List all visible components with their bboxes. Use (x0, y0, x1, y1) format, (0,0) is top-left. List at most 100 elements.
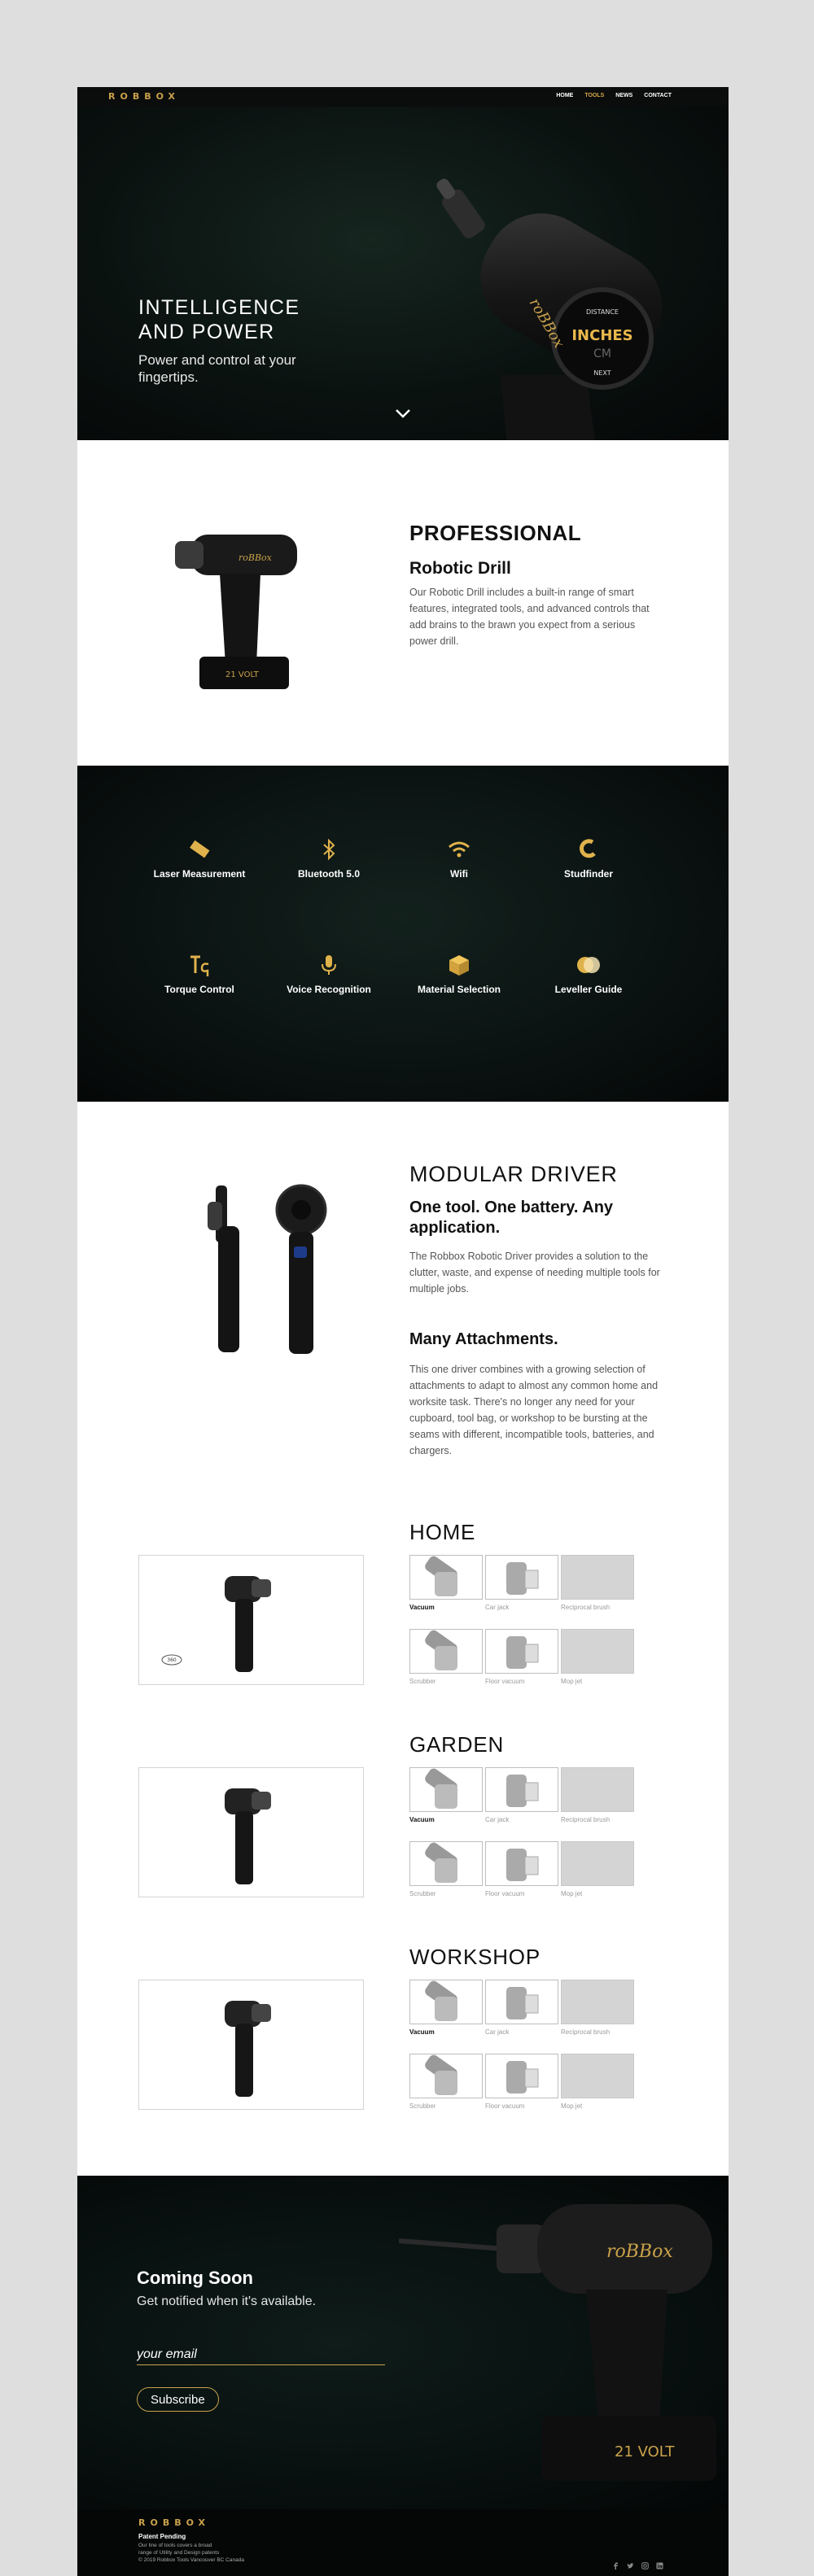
footer-patent: Patent Pending (138, 2533, 186, 2540)
feature-label: Wifi (450, 868, 468, 880)
footer: ROBBOX Patent Pending Our line of tools … (77, 2509, 729, 2576)
screen-distance: DISTANCE (586, 308, 619, 316)
microphone-icon (322, 955, 336, 975)
category-title-home: HOME (409, 1520, 476, 1544)
coming-soon-section: roBBox 21 VOLT Coming Soon Get notified … (77, 2176, 729, 2509)
email-input[interactable] (137, 2344, 385, 2365)
attachment-floor-vacuum[interactable]: Floor vacuum (485, 1841, 558, 1897)
attachment-label: Car jack (485, 1816, 510, 1823)
attachment-vacuum[interactable]: Vacuum (409, 1555, 483, 1611)
attachment-vacuum[interactable]: Vacuum (409, 1980, 483, 2036)
feature-material: Material Selection (410, 953, 508, 995)
screen-cm: CM (593, 347, 611, 360)
bluetooth-icon (323, 838, 335, 861)
attachment-label: Vacuum (409, 1604, 435, 1611)
screen-inches: INCHES (571, 327, 632, 344)
nav-home[interactable]: HOME (556, 93, 573, 98)
attachment-reciprocal-brush[interactable]: Reciprocal brush (561, 1555, 634, 1611)
ruler-icon (190, 840, 210, 858)
modular-driver-image (208, 1184, 327, 1354)
nav-tools[interactable]: TOOLS (584, 93, 604, 98)
attachment-thumb (485, 1841, 558, 1886)
professional-text: Our Robotic Drill includes a built-in ra… (409, 587, 650, 647)
feature-laser: Laser Measurement (151, 837, 248, 880)
attachment-floor-vacuum[interactable]: Floor vacuum (485, 2054, 558, 2110)
attachment-car-jack[interactable]: Car jack (485, 1555, 558, 1611)
twitter-icon[interactable] (627, 2559, 634, 2569)
attachment-car-jack[interactable]: Car jack (485, 1980, 558, 2036)
attachment-scrubber[interactable]: Scrubber (409, 1629, 483, 1685)
attachment-thumb (561, 1841, 634, 1886)
chevron-down-icon[interactable] (395, 408, 411, 419)
attachment-vacuum[interactable]: Vacuum (409, 1767, 483, 1823)
feature-torque: Torque Control (151, 953, 248, 995)
attachment-label: Scrubber (409, 1890, 436, 1897)
instagram-icon[interactable] (641, 2559, 649, 2569)
attachment-scrubber[interactable]: Scrubber (409, 2054, 483, 2110)
feature-label: Material Selection (417, 984, 501, 995)
feature-label: Torque Control (164, 984, 234, 995)
attachment-label: Mop jet (561, 1678, 583, 1685)
attachment-label: Mop jet (561, 1890, 583, 1897)
nav-news[interactable]: NEWS (615, 93, 632, 98)
attachment-label: Reciprocal brush (561, 1816, 610, 1823)
modular-tagline: One tool. One battery. Any application. (409, 1198, 614, 1237)
feature-label: Bluetooth 5.0 (297, 868, 360, 880)
feature-label: Laser Measurement (153, 868, 246, 880)
attachment-car-jack[interactable]: Car jack (485, 1767, 558, 1823)
attachment-thumb (409, 1841, 483, 1886)
subscribe-button[interactable]: Subscribe (137, 2387, 219, 2412)
attachment-thumb (561, 1767, 634, 1812)
attachment-mop-jet[interactable]: Mop jet (561, 2054, 634, 2110)
modular-text: The Robbox Robotic Driver provides a sol… (409, 1251, 660, 1295)
feature-label: Studfinder (564, 868, 613, 880)
footer-line: range of Utility and Design patents (138, 2550, 220, 2556)
feature-bluetooth: Bluetooth 5.0 (280, 837, 378, 880)
rotate-360-icon[interactable]: 360 (160, 1652, 183, 1668)
badge-360: 360 (167, 1657, 177, 1663)
professional-section: roBBox 21 VOLT PROFESSIONAL Robotic Dril… (77, 440, 729, 766)
battery-label: 21 VOLT (225, 670, 260, 679)
product-viewer-workshop[interactable] (138, 1980, 364, 2110)
attachment-scrubber[interactable]: Scrubber (409, 1841, 483, 1897)
screen-next: NEXT (593, 369, 610, 377)
facebook-icon[interactable] (612, 2559, 619, 2569)
coming-soon-battery-label: 21 VOLT (615, 2443, 675, 2460)
driver-image (225, 1576, 271, 1672)
feature-label: Leveller Guide (554, 984, 623, 995)
hero-subtitle: Power and control at your fingertips. (138, 352, 296, 385)
attachment-thumb (561, 1980, 634, 2024)
torque-icon (190, 955, 209, 976)
footer-logo[interactable]: ROBBOX (138, 2517, 210, 2528)
product-viewer-home[interactable]: 360 (138, 1555, 364, 1685)
drill-brand: roBBox (239, 552, 273, 563)
attachment-thumb (409, 1555, 483, 1600)
robotic-drill-image: roBBox 21 VOLT (175, 535, 297, 689)
driver-image (225, 2001, 271, 2097)
attachment-label: Scrubber (409, 2102, 436, 2110)
feature-wifi: Wifi (410, 837, 508, 880)
attachment-mop-jet[interactable]: Mop jet (561, 1841, 634, 1897)
feature-label: Voice Recognition (287, 984, 371, 995)
logo[interactable]: ROBBOX (108, 91, 180, 102)
linkedin-icon[interactable] (656, 2559, 663, 2569)
coming-soon-title: Coming Soon (137, 2268, 253, 2288)
social-links (612, 2559, 663, 2569)
attachment-label: Mop jet (561, 2102, 583, 2110)
nav-contact[interactable]: CONTACT (644, 93, 672, 98)
hero-section: DISTANCE INCHES CM NEXT roBBox INTELLIGE… (77, 107, 729, 440)
attachment-mop-jet[interactable]: Mop jet (561, 1629, 634, 1685)
attachment-thumb (485, 1980, 558, 2024)
attachment-floor-vacuum[interactable]: Floor vacuum (485, 1629, 558, 1685)
product-viewer-garden[interactable] (138, 1767, 364, 1897)
attachment-thumb (485, 2054, 558, 2098)
attachment-label: Floor vacuum (485, 1890, 525, 1897)
attachment-reciprocal-brush[interactable]: Reciprocal brush (561, 1980, 634, 2036)
features-section: Laser Measurement Bluetooth 5.0 Wifi Stu… (77, 766, 729, 1102)
coming-soon-drill-brand: roBBox (606, 2242, 673, 2262)
category-title-workshop: WORKSHOP (409, 1945, 540, 1969)
coming-soon-drill-image: roBBox 21 VOLT (399, 2204, 716, 2481)
page: ROBBOX HOME TOOLS NEWS CONTACT DISTANCE … (77, 87, 729, 2576)
attachment-label: Vacuum (409, 1816, 435, 1823)
attachment-reciprocal-brush[interactable]: Reciprocal brush (561, 1767, 634, 1823)
